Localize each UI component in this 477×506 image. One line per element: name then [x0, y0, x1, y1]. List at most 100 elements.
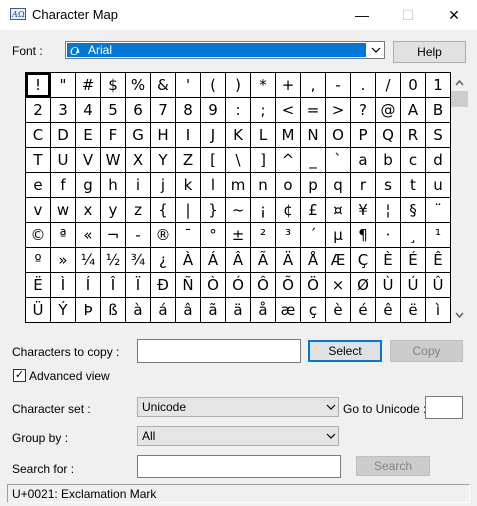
character-cell[interactable]: ë — [401, 298, 426, 323]
character-cell[interactable]: - — [126, 223, 151, 248]
help-button[interactable]: Help — [393, 41, 466, 63]
character-cell[interactable]: Æ — [326, 248, 351, 273]
character-cell[interactable]: § — [401, 198, 426, 223]
advanced-view-label[interactable]: Advanced view — [29, 369, 110, 383]
character-cell[interactable]: ` — [326, 148, 351, 173]
character-cell[interactable]: i — [126, 173, 151, 198]
character-cell[interactable]: Õ — [276, 273, 301, 298]
character-cell[interactable]: À — [176, 248, 201, 273]
character-cell[interactable]: ? — [351, 98, 376, 123]
character-cell[interactable]: 3 — [51, 98, 76, 123]
character-cell[interactable]: Ð — [151, 273, 176, 298]
character-cell[interactable]: v — [26, 198, 51, 223]
character-cell[interactable]: 5 — [101, 98, 126, 123]
character-cell[interactable]: ± — [226, 223, 251, 248]
character-cell[interactable]: Å — [301, 248, 326, 273]
character-cell[interactable]: = — [301, 98, 326, 123]
character-cell[interactable]: ¼ — [76, 248, 101, 273]
character-cell[interactable]: â — [176, 298, 201, 323]
character-cell[interactable]: { — [151, 198, 176, 223]
scroll-up-arrow[interactable] — [451, 74, 468, 91]
character-cell[interactable]: Í — [76, 273, 101, 298]
character-cell[interactable]: 9 — [201, 98, 226, 123]
character-cell[interactable]: # — [76, 73, 101, 98]
character-cell[interactable]: : — [226, 98, 251, 123]
character-cell[interactable]: Q — [376, 123, 401, 148]
character-cell[interactable]: S — [426, 123, 451, 148]
character-cell[interactable]: £ — [301, 198, 326, 223]
character-cell[interactable]: D — [51, 123, 76, 148]
character-cell[interactable]: é — [351, 298, 376, 323]
character-cell[interactable]: ® — [151, 223, 176, 248]
character-cell[interactable]: m — [226, 173, 251, 198]
character-cell[interactable]: > — [326, 98, 351, 123]
character-cell[interactable]: ¢ — [276, 198, 301, 223]
character-cell[interactable]: ¥ — [351, 198, 376, 223]
character-cell[interactable]: ³ — [276, 223, 301, 248]
character-cell[interactable]: ª — [51, 223, 76, 248]
character-cell[interactable]: K — [226, 123, 251, 148]
character-cell[interactable]: 8 — [176, 98, 201, 123]
character-cell[interactable]: x — [76, 198, 101, 223]
character-cell[interactable]: Ý — [51, 298, 76, 323]
character-cell[interactable]: Ã — [251, 248, 276, 273]
character-cell[interactable]: ~ — [226, 198, 251, 223]
character-cell[interactable]: V — [76, 148, 101, 173]
character-cell[interactable]: G — [126, 123, 151, 148]
character-cell[interactable]: Ñ — [176, 273, 201, 298]
character-cell[interactable]: f — [51, 173, 76, 198]
font-dropdown[interactable]: O a Arial — [65, 41, 385, 59]
character-cell[interactable]: J — [201, 123, 226, 148]
character-cell[interactable]: y — [101, 198, 126, 223]
character-cell[interactable]: , — [301, 73, 326, 98]
character-cell[interactable]: n — [251, 173, 276, 198]
character-cell[interactable]: ) — [226, 73, 251, 98]
character-cell[interactable]: « — [76, 223, 101, 248]
copy-button[interactable]: Copy — [390, 340, 463, 362]
character-cell[interactable]: B — [426, 98, 451, 123]
character-cell[interactable]: L — [251, 123, 276, 148]
character-cell[interactable]: ¯ — [176, 223, 201, 248]
character-cell[interactable]: q — [326, 173, 351, 198]
character-cell[interactable]: Ï — [126, 273, 151, 298]
character-cell[interactable]: F — [101, 123, 126, 148]
group-by-dropdown[interactable]: All — [137, 426, 339, 446]
character-cell[interactable]: u — [426, 173, 451, 198]
character-cell[interactable]: Ç — [351, 248, 376, 273]
go-to-unicode-input[interactable] — [425, 396, 463, 419]
character-cell[interactable]: _ — [301, 148, 326, 173]
character-cell[interactable]: e — [26, 173, 51, 198]
character-cell[interactable]: c — [401, 148, 426, 173]
character-cell[interactable]: T — [26, 148, 51, 173]
scroll-down-arrow[interactable] — [451, 306, 468, 323]
character-cell[interactable]: A — [401, 98, 426, 123]
character-cell[interactable]: Ó — [226, 273, 251, 298]
character-cell[interactable]: o — [276, 173, 301, 198]
character-set-dropdown[interactable]: Unicode — [137, 397, 339, 417]
character-cell[interactable]: p — [301, 173, 326, 198]
search-input[interactable] — [137, 455, 341, 478]
character-cell[interactable]: h — [101, 173, 126, 198]
character-cell[interactable]: 6 — [126, 98, 151, 123]
character-cell[interactable]: Ø — [351, 273, 376, 298]
character-cell[interactable]: ^ — [276, 148, 301, 173]
character-cell[interactable]: ¡ — [251, 198, 276, 223]
character-cell[interactable]: - — [326, 73, 351, 98]
character-cell[interactable]: % — [126, 73, 151, 98]
character-cell[interactable]: @ — [376, 98, 401, 123]
character-cell[interactable]: $ — [101, 73, 126, 98]
character-cell[interactable]: Ù — [376, 273, 401, 298]
character-cell[interactable]: Ò — [201, 273, 226, 298]
character-cell[interactable]: I — [176, 123, 201, 148]
character-cell[interactable]: ¦ — [376, 198, 401, 223]
character-cell[interactable]: º — [26, 248, 51, 273]
character-cell[interactable]: * — [251, 73, 276, 98]
chevron-down-icon[interactable] — [367, 42, 384, 58]
maximize-button[interactable]: ☐ — [385, 0, 431, 30]
character-cell[interactable]: 2 — [26, 98, 51, 123]
character-cell[interactable]: l — [201, 173, 226, 198]
character-cell[interactable]: P — [351, 123, 376, 148]
character-cell[interactable]: ¸ — [401, 223, 426, 248]
character-cell[interactable]: » — [51, 248, 76, 273]
character-cell[interactable]: a — [351, 148, 376, 173]
